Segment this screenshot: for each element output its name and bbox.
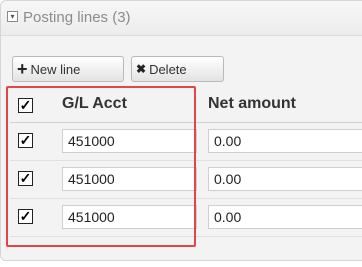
collapse-toggle-icon[interactable]: ▾	[7, 11, 18, 22]
gl-acct-field[interactable]: 451000	[62, 167, 197, 191]
gl-acct-field[interactable]: 451000	[62, 129, 197, 153]
row-checkbox[interactable]: ✓	[18, 133, 33, 148]
row-checkbox[interactable]: ✓	[18, 209, 33, 224]
column-header-gl-acct[interactable]: G/L Acct	[62, 95, 127, 113]
table-header: ✓ G/L Acct Net amount	[10, 88, 362, 123]
row-checkbox[interactable]: ✓	[18, 171, 33, 186]
panel-title: Posting lines (3)	[23, 9, 131, 26]
posting-lines-table: ✓ G/L Acct Net amount ✓ 451000 0.00 ✓ 45…	[10, 88, 362, 248]
table-row: ✓ 451000 0.00	[10, 160, 362, 199]
delete-button[interactable]: ✖ Delete	[131, 56, 224, 82]
table-row: ✓ 451000 0.00	[10, 198, 362, 237]
gl-acct-field[interactable]: 451000	[62, 205, 197, 229]
new-line-button[interactable]: + New line	[12, 56, 124, 82]
net-amount-field[interactable]: 0.00	[208, 205, 362, 229]
column-header-net-amount[interactable]: Net amount	[208, 95, 296, 113]
delete-x-icon: ✖	[136, 62, 147, 76]
plus-icon: +	[17, 59, 28, 79]
select-all-checkbox[interactable]: ✓	[18, 98, 33, 113]
delete-label: Delete	[149, 61, 187, 77]
net-amount-field[interactable]: 0.00	[208, 167, 362, 191]
panel-header[interactable]: ▾ Posting lines (3)	[1, 1, 362, 36]
table-row: ✓ 451000 0.00	[10, 122, 362, 161]
net-amount-field[interactable]: 0.00	[208, 129, 362, 153]
new-line-label: New line	[30, 61, 81, 77]
